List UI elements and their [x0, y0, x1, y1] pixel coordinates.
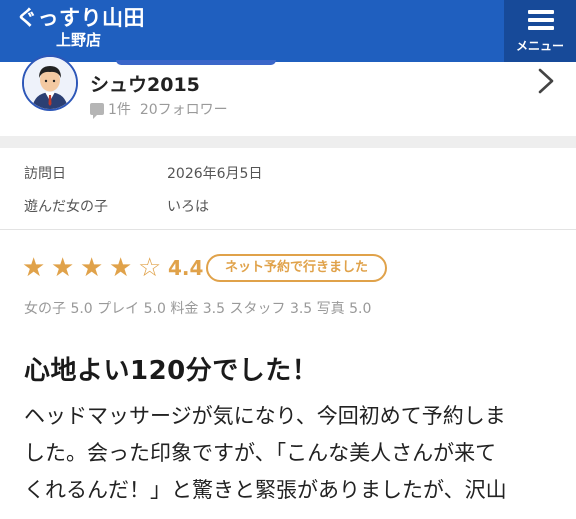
visit-date-label: 訪問日: [24, 166, 66, 182]
chevron-right-icon[interactable]: [534, 66, 562, 96]
star-filled-icon: ★: [109, 253, 133, 283]
reviewer-name[interactable]: シュウ2015: [90, 70, 200, 97]
hamburger-icon: [528, 10, 554, 32]
companion-label: 遊んだ女の子: [24, 199, 108, 215]
logo-shop-name: ぐっすり山田: [16, 5, 145, 30]
review-body-line: くれるんだ！」と驚きと緊張がありましたが、沢山: [24, 478, 507, 502]
logo-branch-name: 上野店: [56, 31, 102, 49]
site-header: ぐっすり山田 上野店 メニュー: [0, 0, 576, 62]
review-body-line: した。会った印象ですが、「こんな美人さんが来て: [24, 441, 497, 465]
follower-count: 20フォロワー: [139, 102, 228, 118]
avatar[interactable]: [22, 55, 78, 111]
star-rating: ★ ★ ★ ★ ☆: [22, 255, 167, 281]
star-filled-icon: ★: [22, 253, 46, 283]
comment-icon: [90, 103, 104, 119]
divider: [0, 229, 576, 230]
user-avatar-icon: [24, 57, 76, 109]
sub-scores: 女の子 5.0 プレイ 5.0 料金 3.5 スタッフ 3.5 写真 5.0: [24, 301, 372, 317]
rating-score: 4.4: [168, 256, 204, 280]
section-separator: [0, 136, 576, 148]
review-body-line: ヘッドマッサージが気になり、今回初めて予約しま: [24, 404, 506, 428]
site-logo[interactable]: ぐっすり山田 上野店: [16, 7, 145, 48]
net-reservation-badge: ネット予約で行きました: [206, 254, 387, 282]
star-empty-icon: ☆: [138, 253, 162, 283]
review-body: ヘッドマッサージが気になり、今回初めて予約しま した。会った印象ですが、「こんな…: [24, 398, 554, 509]
star-filled-icon: ★: [80, 253, 104, 283]
menu-label: メニュー: [515, 39, 564, 53]
companion-value[interactable]: いろは: [167, 196, 209, 216]
visit-date-value: 2026年6月5日: [167, 166, 263, 182]
tab-indicator-fragment: [116, 60, 276, 65]
review-count: 1件: [108, 102, 131, 118]
menu-button[interactable]: メニュー: [504, 0, 576, 62]
star-filled-icon: ★: [51, 253, 75, 283]
reviewer-stats: 1件 20フォロワー: [90, 99, 228, 119]
review-title: 心地よい120分でした！: [24, 356, 319, 386]
